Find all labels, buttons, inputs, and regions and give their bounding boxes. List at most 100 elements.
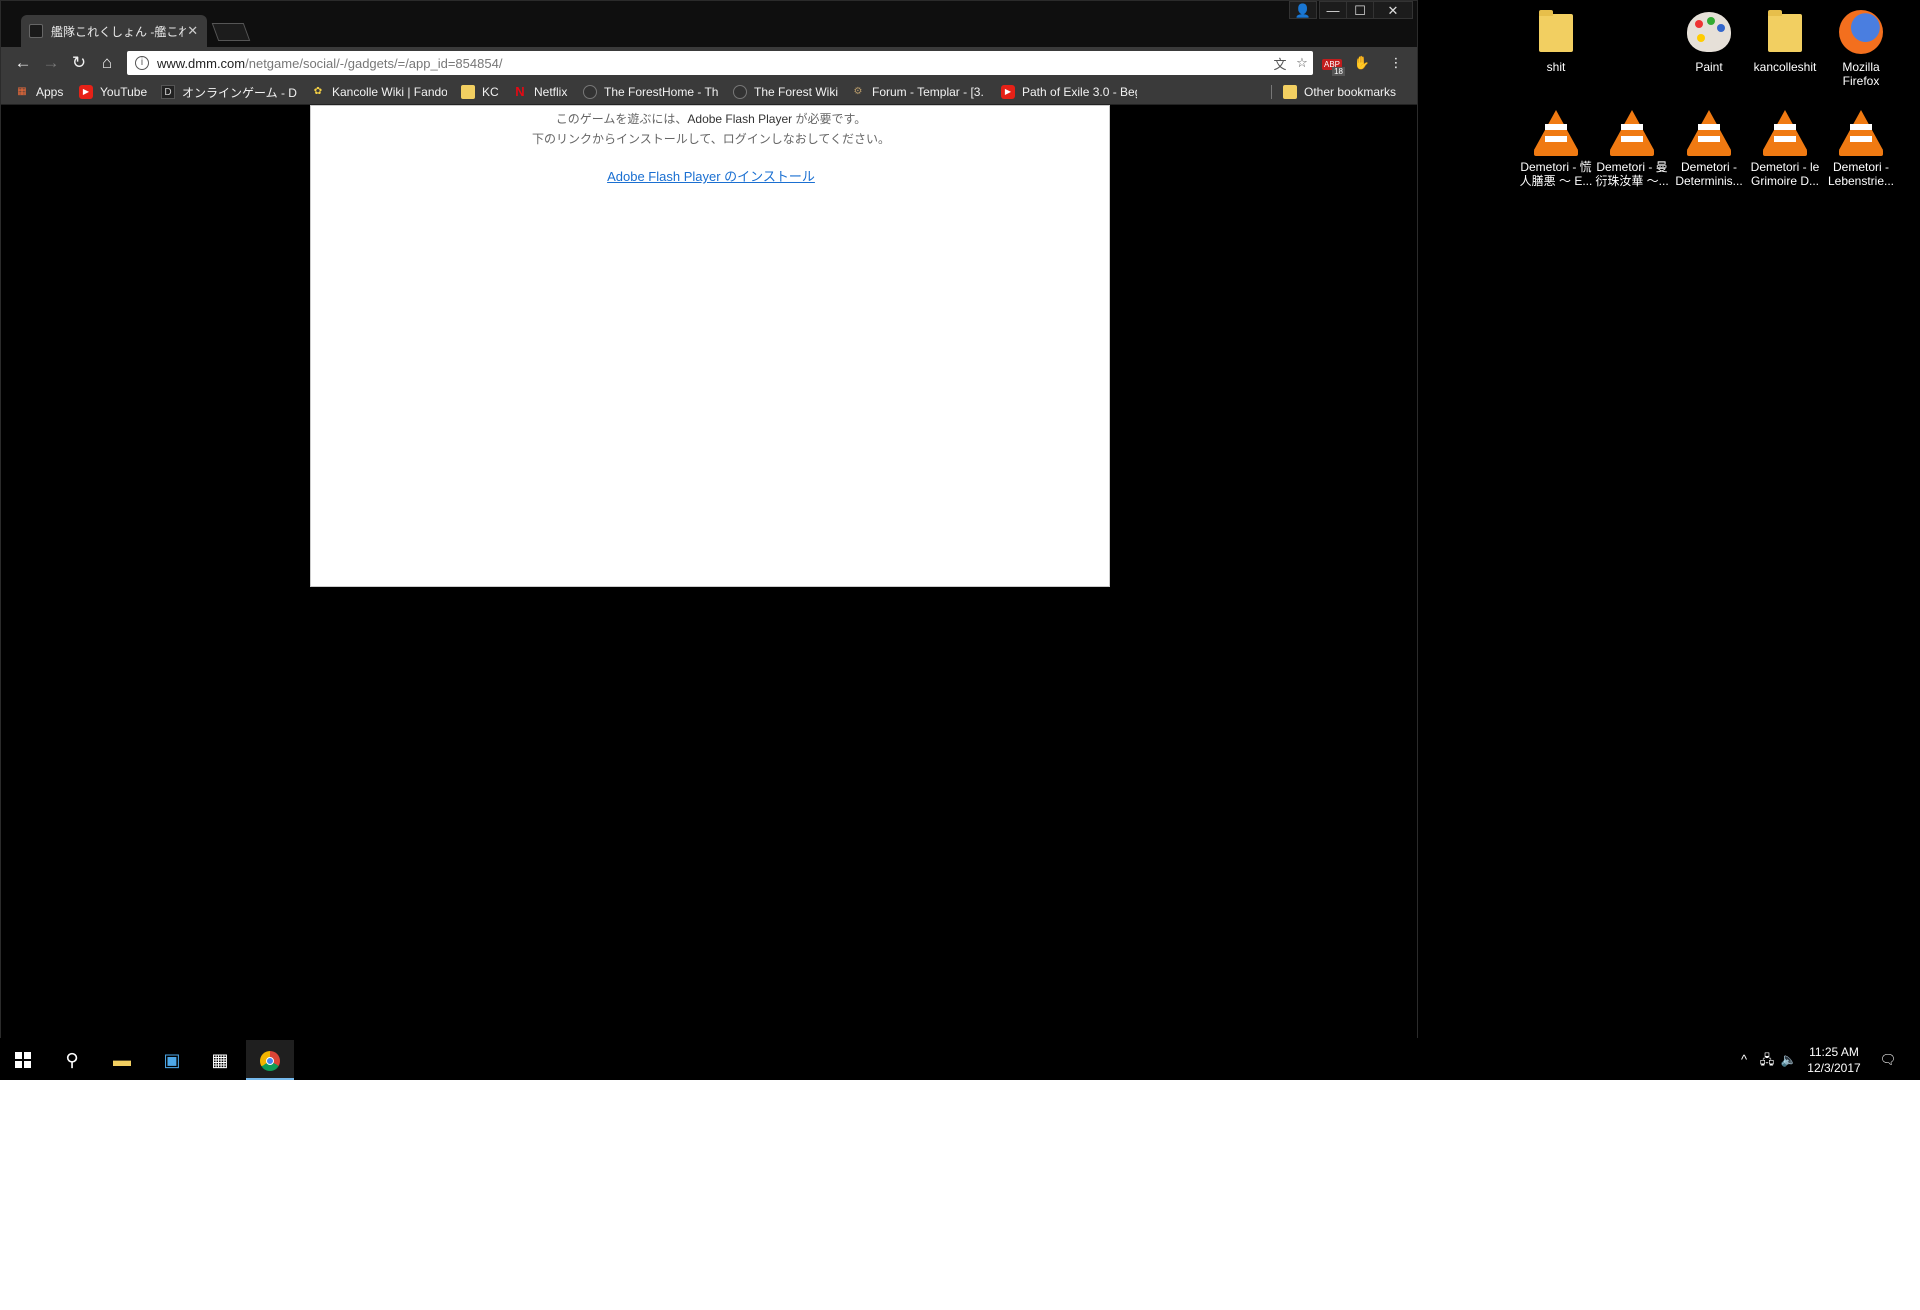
bookmark-label: Netflix — [534, 85, 568, 99]
firefox-icon — [1837, 8, 1885, 56]
hand-extension-icon[interactable]: ✋ — [1351, 52, 1373, 74]
bookmark-label: The ForestHome - Th — [604, 85, 719, 99]
notice-text-c: が必要です。 — [792, 112, 867, 126]
vlc-cone-icon — [1685, 108, 1733, 156]
desktop-icon-demetori-1[interactable]: Demetori - 慌人膳悪 〜 E... — [1518, 108, 1594, 188]
chrome-taskbar-icon[interactable] — [246, 1040, 294, 1080]
folder-icon — [1283, 85, 1297, 99]
adblock-extension-icon[interactable]: ABP 18 — [1321, 52, 1345, 76]
search-icon[interactable]: ⚲ — [48, 1040, 96, 1080]
forest-icon — [583, 85, 597, 99]
extension-badge: 18 — [1332, 67, 1345, 76]
vlc-cone-icon — [1608, 108, 1656, 156]
fandom-icon: ✿ — [313, 86, 323, 97]
new-tab-button[interactable] — [211, 23, 251, 41]
desktop-icon-label: Paint — [1695, 60, 1723, 74]
maximize-button[interactable]: ☐ — [1346, 1, 1374, 19]
desktop-icon-label: shit — [1546, 60, 1566, 74]
profile-button[interactable]: 👤 — [1289, 1, 1317, 19]
forward-arrow-icon[interactable]: → — [39, 51, 63, 75]
install-flash-link[interactable]: Adobe Flash Player のインストール — [311, 166, 1111, 185]
bookmark-label: KC — [482, 85, 499, 99]
browser-toolbar: ← → ↻ ⌂ i www.dmm.com/netgame/social/-/g… — [1, 47, 1417, 79]
show-hidden-icons-chevron-icon[interactable]: ^ — [1734, 1040, 1754, 1080]
notice-text-a: このゲームを遊ぶには、 — [555, 112, 688, 126]
action-center-icon[interactable]: 🗨 — [1874, 1040, 1902, 1080]
bookmark-label: Apps — [36, 85, 64, 99]
desktop-icon-demetori-4[interactable]: Demetori - le Grimoire D... — [1747, 108, 1823, 188]
notice-text-b: Adobe Flash Player — [687, 112, 793, 126]
page-content: このゲームを遊ぶには、Adobe Flash Player が必要です。 下のリ… — [1, 105, 1417, 1039]
folder-icon — [1761, 8, 1809, 56]
bookmark-label: YouTube — [100, 85, 148, 99]
desktop-icon-label: Demetori - Lebenstrie... — [1827, 160, 1895, 188]
desktop-icon-label: Demetori - Determinis... — [1675, 160, 1743, 188]
url-host: www.dmm.com — [157, 55, 246, 71]
bookmark-label: Other bookmarks — [1304, 85, 1397, 99]
bookmark-label: オンラインゲーム - DMM — [182, 85, 297, 100]
desktop-icon-demetori-3[interactable]: Demetori - Determinis... — [1671, 108, 1747, 188]
taskbar: ⚲ ▬ ▣ ▦ ^ 🖧 🔈 11:25 AM 12/3/2017 🗨 — [0, 1040, 1920, 1080]
desktop-icon-label: Demetori - 曼衍珠汝華 〜... — [1595, 160, 1669, 188]
store-icon[interactable]: ▣ — [148, 1040, 196, 1080]
start-button[interactable] — [0, 1040, 48, 1080]
minimize-button[interactable]: — — [1319, 1, 1347, 19]
tab-kancolle[interactable]: 艦隊これくしょん -艦これ- - ✕ — [21, 15, 207, 47]
bookmark-youtube[interactable]: ▶ YouTube — [79, 83, 153, 101]
bookmark-forest-home[interactable]: The ForestHome - Th — [583, 83, 719, 101]
desktop-icon-demetori-2[interactable]: Demetori - 曼衍珠汝華 〜... — [1594, 108, 1670, 188]
folder-icon — [461, 85, 475, 99]
game-frame: このゲームを遊ぶには、Adobe Flash Player が必要です。 下のリ… — [310, 105, 1110, 587]
clock-time: 11:25 AM — [1809, 1045, 1859, 1059]
bookmark-other[interactable]: Other bookmarks — [1283, 83, 1403, 101]
desktop-icon-label: Mozilla Firefox — [1842, 60, 1880, 88]
clock[interactable]: 11:25 AM 12/3/2017 — [1796, 1044, 1872, 1076]
site-info-icon[interactable]: i — [135, 56, 149, 70]
calculator-icon[interactable]: ▦ — [196, 1040, 244, 1080]
youtube-icon: ▶ — [79, 85, 93, 99]
bookmark-apps[interactable]: ▦ Apps — [15, 83, 75, 101]
url-text[interactable]: www.dmm.com/netgame/social/-/gadgets/=/a… — [157, 56, 1269, 71]
bookmark-path-of-exile[interactable]: ▶ Path of Exile 3.0 - Beg — [1001, 83, 1137, 101]
bookmark-folder-kc[interactable]: KC — [461, 83, 505, 101]
home-icon[interactable]: ⌂ — [95, 51, 119, 75]
back-arrow-icon[interactable]: ← — [11, 51, 35, 75]
desktop-icon-label: kancolleshit — [1753, 60, 1817, 74]
desktop-icon-kancolleshit[interactable]: kancolleshit — [1747, 8, 1823, 74]
bookmark-label: Path of Exile 3.0 - Beg — [1022, 85, 1137, 99]
install-instruction: 下のリンクからインストールして、ログインしなおしてください。 — [531, 132, 891, 146]
bookmarks-bar: ▦ Apps ▶ YouTube D オンラインゲーム - DMM ✿ Kanc… — [1, 79, 1417, 105]
bookmark-star-icon[interactable]: ☆ — [1291, 55, 1313, 71]
apps-grid-icon: ▦ — [17, 86, 27, 97]
chrome-window: 艦隊これくしょん -艦これ- - ✕ 👤 — ☐ ✕ ← → ↻ ⌂ i www… — [0, 0, 1418, 1039]
desktop-screen: 艦隊これくしょん -艦これ- - ✕ 👤 — ☐ ✕ ← → ↻ ⌂ i www… — [0, 0, 1920, 1080]
flash-required-notice: このゲームを遊ぶには、Adobe Flash Player が必要です。 — [311, 110, 1111, 127]
tab-close-icon[interactable]: ✕ — [186, 23, 199, 39]
dmm-favicon-icon — [29, 24, 43, 38]
paint-palette-icon — [1685, 8, 1733, 56]
reload-icon[interactable]: ↻ — [67, 51, 91, 75]
bookmark-forest-wiki[interactable]: The Forest Wiki — [733, 83, 843, 101]
bookmark-label: The Forest Wiki — [754, 85, 839, 99]
forest-icon — [733, 85, 747, 99]
file-explorer-icon[interactable]: ▬ — [98, 1040, 146, 1080]
bookmark-netflix[interactable]: N Netflix — [513, 83, 573, 101]
bookmark-forum-templar[interactable]: ⚙ Forum - Templar - [3. — [851, 83, 985, 101]
bookmarks-separator — [1271, 85, 1272, 99]
desktop-icon-demetori-5[interactable]: Demetori - Lebenstrie... — [1823, 108, 1899, 188]
translate-icon[interactable]: 文 — [1269, 54, 1291, 73]
desktop-icon-firefox[interactable]: Mozilla Firefox — [1823, 8, 1899, 88]
vlc-cone-icon — [1837, 108, 1885, 156]
desktop-icon-paint[interactable]: Paint — [1671, 8, 1747, 74]
address-bar[interactable]: i www.dmm.com/netgame/social/-/gadgets/=… — [127, 51, 1313, 75]
poe-icon: ⚙ — [853, 86, 863, 97]
netflix-icon: N — [515, 84, 525, 99]
bookmark-dmm[interactable]: D オンラインゲーム - DMM — [161, 83, 297, 101]
dmm-icon: D — [161, 85, 175, 99]
tab-title: 艦隊これくしょん -艦これ- - — [51, 24, 187, 39]
desktop-icon-shit[interactable]: shit — [1518, 8, 1594, 74]
network-icon[interactable]: 🖧 — [1756, 1040, 1778, 1080]
menu-kebab-icon[interactable]: ⋮ — [1385, 52, 1407, 74]
bookmark-kancolle-wiki[interactable]: ✿ Kancolle Wiki | Fando — [311, 83, 447, 101]
close-window-button[interactable]: ✕ — [1373, 1, 1413, 19]
